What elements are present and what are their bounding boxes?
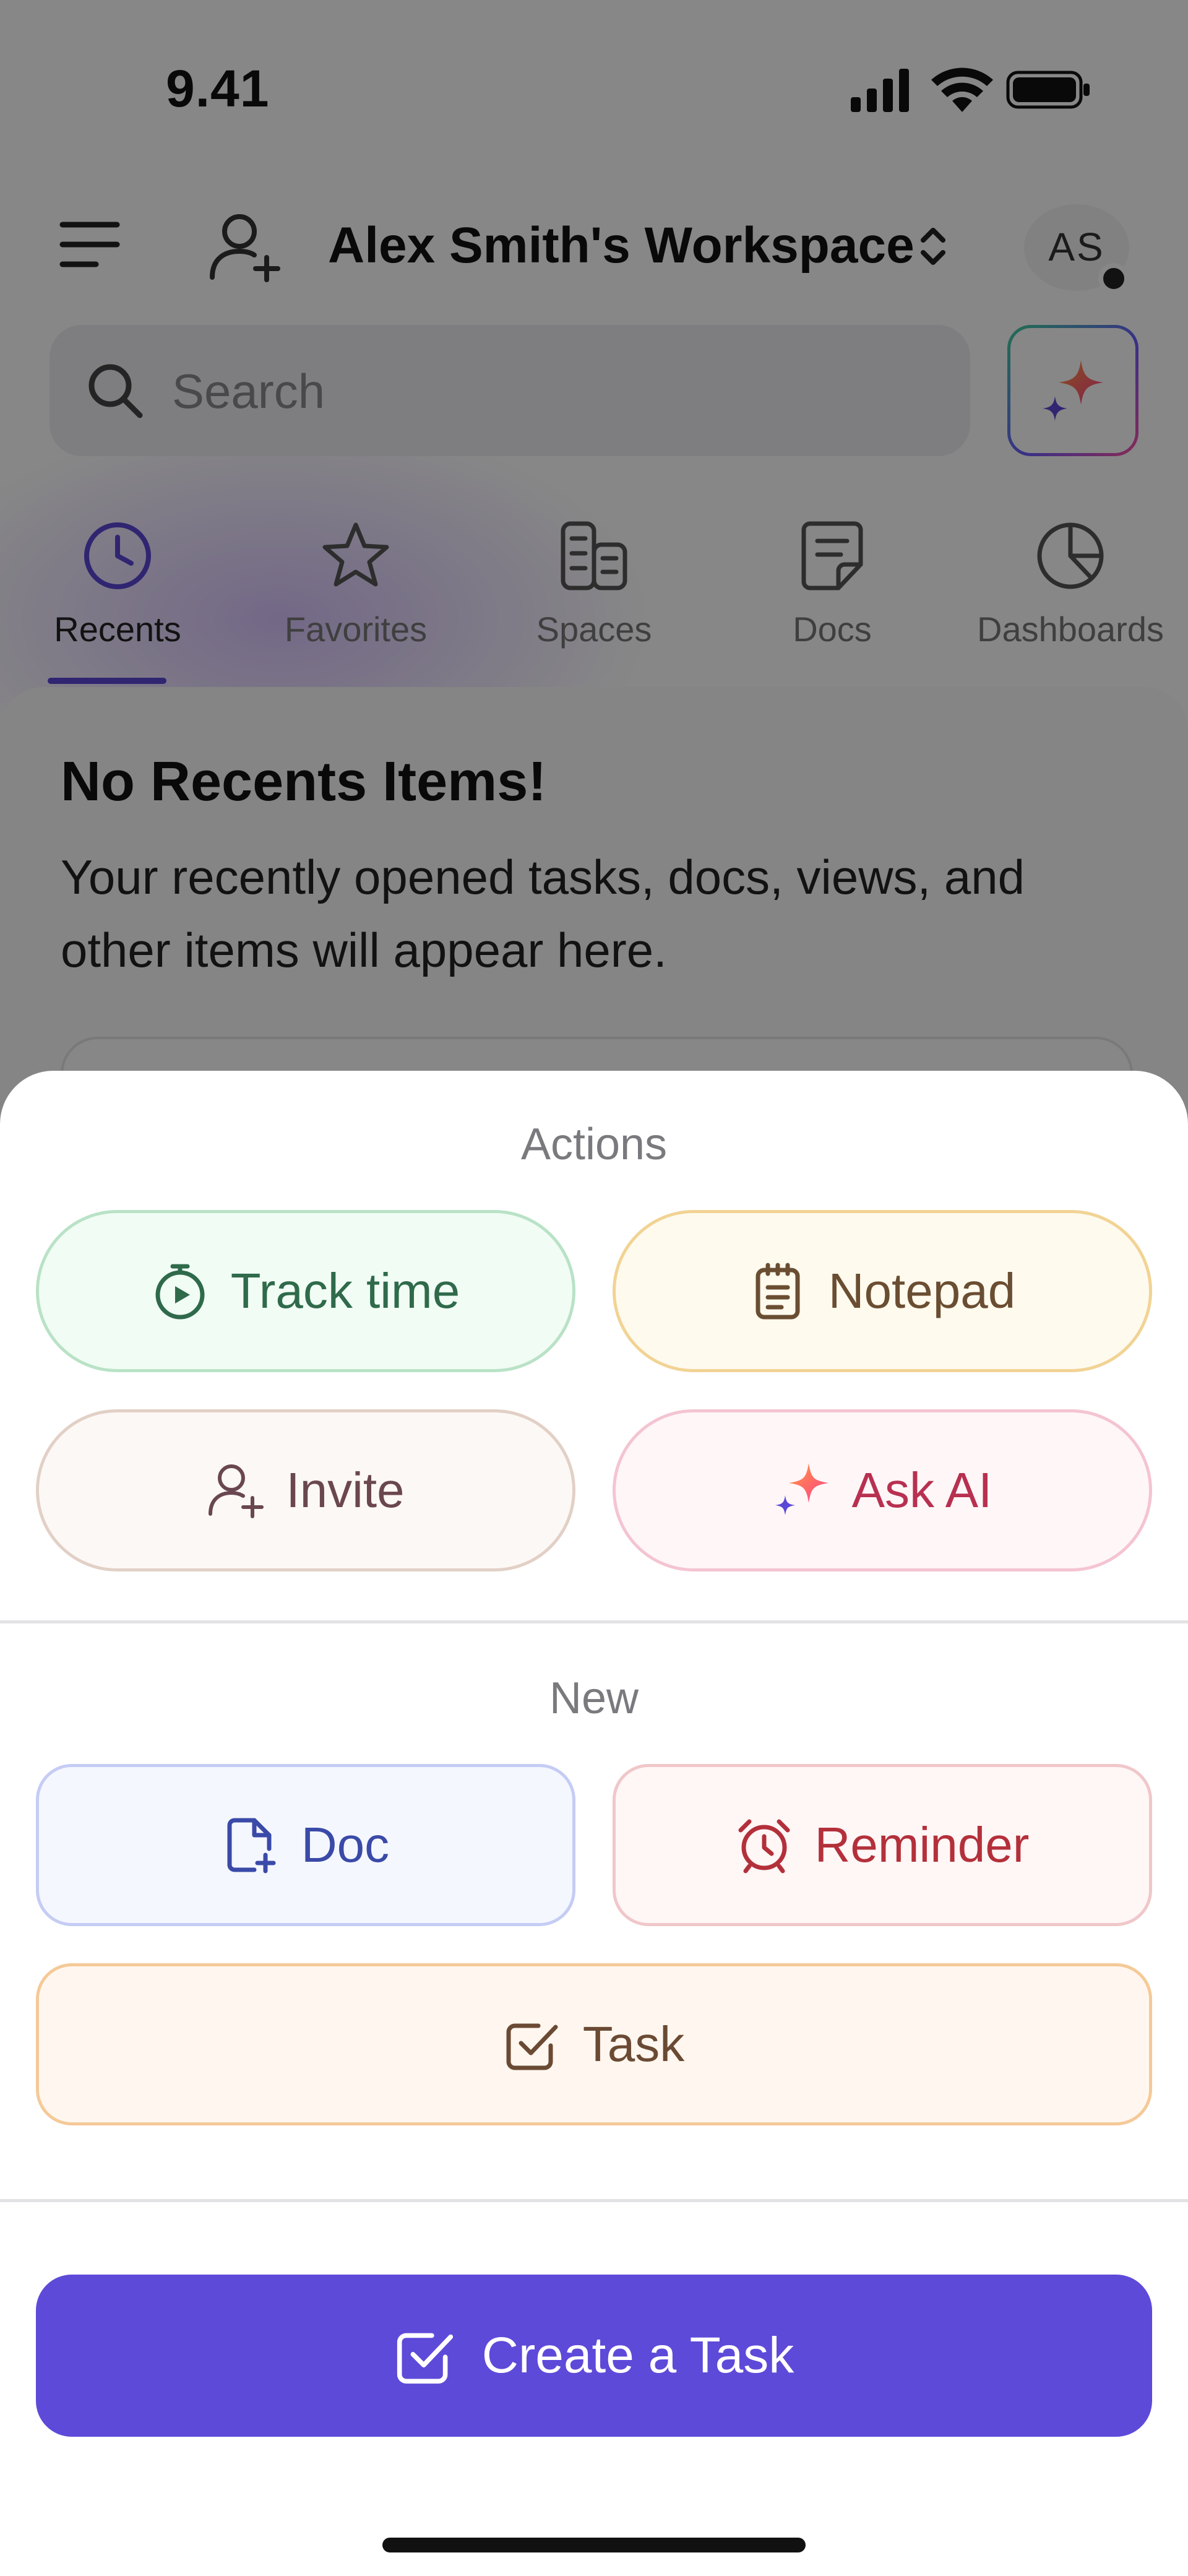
- invite-button[interactable]: Invite: [36, 1409, 575, 1571]
- create-task-label: Create a Task: [481, 2327, 794, 2384]
- doc-label: Doc: [301, 1817, 390, 1872]
- create-task-button[interactable]: Create a Task: [36, 2275, 1152, 2437]
- home-indicator[interactable]: [382, 2538, 806, 2552]
- ask-ai-label: Ask AI: [851, 1463, 992, 1518]
- actions-section-title: Actions: [520, 1120, 668, 1169]
- new-section-title: New: [549, 1674, 639, 1723]
- notepad-button[interactable]: Notepad: [613, 1210, 1152, 1372]
- checkbox-icon: [397, 2333, 453, 2384]
- track-time-button[interactable]: Track time: [36, 1210, 575, 1372]
- alarm-clock-icon: [738, 1819, 790, 1874]
- section-divider: [0, 1620, 1188, 1623]
- checkbox-icon: [506, 2023, 558, 2070]
- task-label: Task: [582, 2016, 685, 2072]
- stopwatch-icon: [155, 1264, 205, 1320]
- ask-ai-button[interactable]: Ask AI: [613, 1409, 1152, 1571]
- new-task-button[interactable]: Task: [36, 1963, 1152, 2125]
- invite-label: Invite: [286, 1463, 405, 1518]
- sparkle-icon: [775, 1463, 829, 1515]
- new-reminder-button[interactable]: Reminder: [613, 1764, 1152, 1926]
- new-doc-icon: [227, 1818, 276, 1874]
- new-doc-button[interactable]: Doc: [36, 1764, 575, 1926]
- reminder-label: Reminder: [814, 1817, 1030, 1872]
- add-user-icon: [209, 1464, 264, 1518]
- section-divider: [0, 2199, 1188, 2202]
- notepad-icon: [755, 1263, 800, 1320]
- track-time-label: Track time: [230, 1263, 460, 1318]
- notepad-label: Notepad: [828, 1263, 1016, 1318]
